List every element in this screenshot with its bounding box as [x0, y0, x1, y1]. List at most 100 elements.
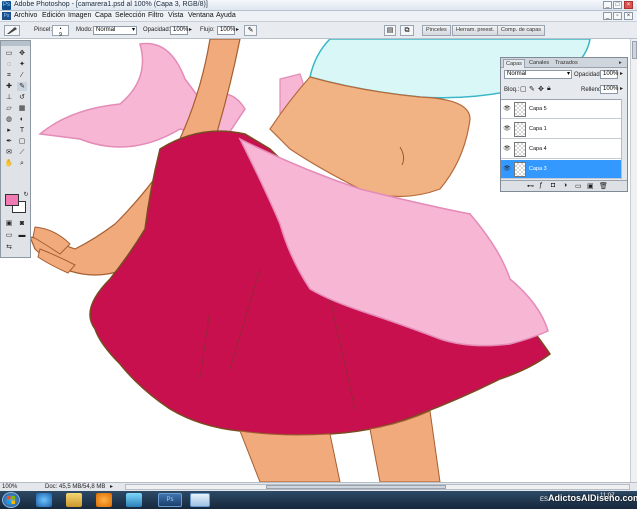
- zoom-icon[interactable]: ⌕: [17, 159, 27, 168]
- eye-icon[interactable]: 👁︎: [502, 165, 512, 174]
- tab-canales[interactable]: Canales: [527, 59, 551, 68]
- menu-vista[interactable]: Vista: [168, 12, 183, 19]
- hand-icon[interactable]: ✋: [4, 159, 14, 168]
- notes-icon[interactable]: ✉: [4, 148, 14, 157]
- folder-icon[interactable]: [66, 493, 82, 507]
- crop-icon[interactable]: ⌗: [4, 71, 14, 80]
- layer-row-capa-5[interactable]: 👁︎ Capa 5: [501, 100, 627, 119]
- scrollbar-thumb[interactable]: [632, 41, 637, 59]
- brush-icon[interactable]: ✎: [17, 82, 27, 91]
- foreground-color-swatch[interactable]: [5, 194, 19, 206]
- flow-input[interactable]: 100%: [217, 26, 235, 35]
- brush-tool-preset-icon[interactable]: [4, 25, 20, 36]
- layer-mask-icon[interactable]: ◘: [551, 182, 555, 189]
- menu-ayuda[interactable]: Ayuda: [216, 12, 236, 19]
- brush-size-picker[interactable]: • 9: [52, 25, 69, 38]
- vertical-scrollbar[interactable]: [630, 39, 637, 482]
- eye-icon[interactable]: 👁︎: [502, 125, 512, 134]
- marquee-icon[interactable]: ▭: [4, 49, 14, 58]
- lock-image-icon[interactable]: ✎: [529, 85, 535, 93]
- doc-restore-button[interactable]: ▫: [613, 12, 622, 20]
- status-arrow-icon[interactable]: ▸: [110, 483, 113, 490]
- lasso-icon[interactable]: ◌: [4, 60, 14, 69]
- lock-position-icon[interactable]: ✥: [538, 85, 544, 93]
- swap-colors-icon[interactable]: ↻: [21, 191, 31, 200]
- internet-explorer-icon[interactable]: [36, 493, 52, 507]
- photoshop-taskbar-button[interactable]: Ps: [158, 493, 182, 507]
- doc-minimize-button[interactable]: _: [603, 12, 612, 20]
- mode-select[interactable]: Normal ▾: [93, 26, 137, 35]
- path-selection-icon[interactable]: ▸: [4, 126, 14, 135]
- eyedropper-icon[interactable]: ⟋: [17, 148, 27, 157]
- panel-menu-icon[interactable]: ▸: [617, 59, 624, 68]
- new-layer-icon[interactable]: ▣: [587, 182, 594, 190]
- ps-menu-icon[interactable]: Ps: [2, 12, 11, 20]
- screen-mode-icon[interactable]: ▭: [4, 231, 14, 240]
- healing-brush-icon[interactable]: ✚: [4, 82, 14, 91]
- tab-trazados[interactable]: Trazados: [553, 59, 580, 68]
- menu-capa[interactable]: Capa: [95, 12, 112, 19]
- eraser-icon[interactable]: ▱: [4, 104, 14, 113]
- menu-filtro[interactable]: Filtro: [148, 12, 164, 19]
- standard-mode-icon[interactable]: ▣: [4, 219, 14, 228]
- blend-mode-select[interactable]: Normal ▾: [504, 70, 572, 79]
- bridge-icon[interactable]: ⧉: [400, 25, 414, 36]
- menu-archivo[interactable]: Archivo: [14, 12, 37, 19]
- magic-wand-icon[interactable]: ✦: [17, 60, 27, 69]
- horizontal-scrollbar[interactable]: [125, 484, 630, 490]
- minimize-button[interactable]: _: [603, 1, 612, 9]
- layer-style-icon[interactable]: ƒ: [539, 182, 543, 189]
- menu-imagen[interactable]: Imagen: [68, 12, 91, 19]
- maximize-button[interactable]: □: [613, 1, 622, 9]
- fullscreen-mode-icon[interactable]: ▬: [17, 231, 27, 240]
- toolbox-grip[interactable]: [1, 41, 30, 46]
- opacity-input[interactable]: 100%: [170, 26, 188, 35]
- tab-herramientas-preestablecidas[interactable]: Herram. preest.: [452, 25, 499, 36]
- layers-scrollbar[interactable]: [621, 99, 627, 179]
- menu-edicion[interactable]: Edición: [42, 12, 65, 19]
- media-player-icon[interactable]: [96, 493, 112, 507]
- menu-ventana[interactable]: Ventana: [188, 12, 214, 19]
- language-indicator[interactable]: ES: [540, 497, 548, 503]
- tab-composiciones-capas[interactable]: Comp. de capas: [497, 25, 546, 36]
- layer-row-capa-3[interactable]: 👁︎ Capa 3: [501, 160, 627, 179]
- new-group-icon[interactable]: ▭: [575, 182, 582, 190]
- slice-icon[interactable]: ⁄: [17, 71, 27, 80]
- text-icon[interactable]: T: [17, 126, 27, 135]
- close-button[interactable]: ×: [624, 1, 633, 9]
- eye-icon[interactable]: 👁︎: [502, 145, 512, 154]
- adjustment-layer-icon[interactable]: ◑: [563, 182, 567, 189]
- layer-row-capa-4[interactable]: 👁︎ Capa 4: [501, 140, 627, 159]
- lock-all-icon[interactable]: 🔒︎: [547, 85, 551, 93]
- doc-close-button[interactable]: ×: [624, 12, 633, 20]
- pen-icon[interactable]: ✒: [4, 137, 14, 146]
- eye-icon[interactable]: 👁︎: [502, 105, 512, 114]
- shape-icon[interactable]: ▢: [17, 137, 27, 146]
- airbrush-icon[interactable]: ✎: [244, 25, 257, 36]
- zoom-level[interactable]: 100%: [2, 484, 17, 490]
- imageready-icon[interactable]: ⇆: [4, 243, 14, 252]
- blur-icon[interactable]: ◍: [4, 115, 14, 124]
- tab-capas[interactable]: Capas: [503, 59, 525, 68]
- file-browser-icon[interactable]: ▤: [384, 25, 396, 36]
- opacity-arrow-icon[interactable]: ▸: [189, 26, 192, 33]
- gradient-icon[interactable]: ▦: [17, 104, 27, 113]
- tab-pinceles[interactable]: Pinceles: [422, 25, 451, 36]
- quick-mask-icon[interactable]: ◙: [17, 219, 27, 228]
- layer-opacity-arrow-icon[interactable]: ▸: [620, 70, 623, 77]
- fill-arrow-icon[interactable]: ▸: [620, 85, 623, 92]
- paint-icon[interactable]: [126, 493, 142, 507]
- menu-seleccion[interactable]: Selección: [115, 12, 145, 19]
- delete-layer-icon[interactable]: 🗑︎: [599, 182, 608, 190]
- clone-stamp-icon[interactable]: ⊥: [4, 93, 14, 102]
- start-button[interactable]: [2, 492, 20, 508]
- link-layers-icon[interactable]: ⊷: [527, 182, 534, 190]
- dodge-icon[interactable]: ◐: [17, 115, 27, 124]
- fill-input[interactable]: 100%: [600, 85, 618, 94]
- move-icon[interactable]: ✥: [17, 49, 27, 58]
- lock-transparency-icon[interactable]: ▢: [520, 85, 527, 93]
- layer-opacity-input[interactable]: 100%: [600, 70, 618, 79]
- flow-arrow-icon[interactable]: ▸: [236, 26, 239, 33]
- history-brush-icon[interactable]: ↺: [17, 93, 27, 102]
- browser-taskbar-button[interactable]: [190, 493, 210, 507]
